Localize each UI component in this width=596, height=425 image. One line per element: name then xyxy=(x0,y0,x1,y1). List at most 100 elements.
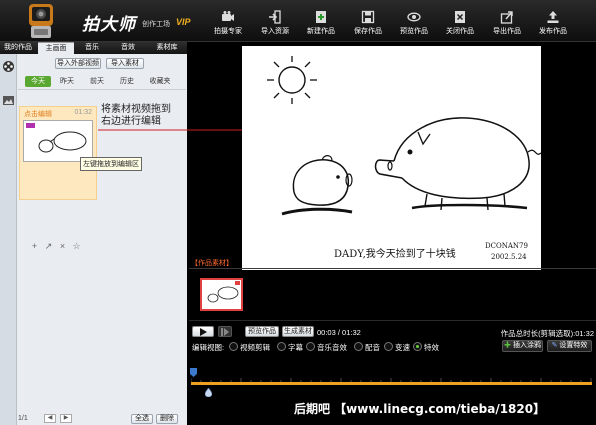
import-external-video-button[interactable]: 导入外部视频 xyxy=(55,58,101,69)
materials-label: 【作品素材】 xyxy=(191,260,233,267)
item-thumbnail[interactable] xyxy=(23,120,93,162)
radio-label[interactable]: 视频剪辑 xyxy=(240,342,270,353)
pig-thumbnail-drawing xyxy=(26,123,87,153)
delete-button[interactable]: 删除 xyxy=(156,414,178,424)
import-resource-button[interactable]: 导入资源 xyxy=(253,2,297,40)
wand-icon: ✎ xyxy=(551,342,558,349)
time-readout: 00:03 / 01:32 xyxy=(317,328,361,337)
upload-icon xyxy=(547,11,559,23)
current-time: 00:03 xyxy=(317,328,336,337)
date-tab-favorites[interactable]: 收藏夹 xyxy=(145,76,175,87)
import-material-button[interactable]: 导入素材 xyxy=(106,58,144,69)
radio-effects[interactable] xyxy=(413,342,422,351)
tab-music[interactable]: 音乐 xyxy=(76,42,108,54)
tab-my-works[interactable]: 我的作品 xyxy=(0,42,36,54)
film-reel-icon[interactable] xyxy=(2,60,15,73)
item-duration: 01:32 xyxy=(74,109,92,116)
set-effects-button[interactable]: ✎ 设置特效 xyxy=(547,340,592,352)
divider xyxy=(189,268,596,269)
edit-view-row: 编辑视图: 视频剪辑 字幕 音乐音效 配音 变速 特效 ✚ 插入涂鸦 ✎ 设置特… xyxy=(189,339,596,353)
watermark-text: 后期吧 【www.linecg.com/tieba/1820】 xyxy=(294,402,546,416)
start-marker-icon[interactable] xyxy=(190,368,197,377)
radio-dubbing[interactable] xyxy=(354,342,363,351)
toolbar-label: 关闭作品 xyxy=(446,28,474,35)
tab-material-library[interactable]: 素材库 xyxy=(148,42,186,54)
insert-doodle-button[interactable]: ✚ 插入涂鸦 xyxy=(502,340,543,352)
import-icon xyxy=(269,10,281,24)
date-tab-history[interactable]: 历史 xyxy=(115,76,139,87)
toolbar-label: 发布作品 xyxy=(539,28,567,35)
date-tab-day-before[interactable]: 前天 xyxy=(85,76,109,87)
radio-subtitle[interactable] xyxy=(277,342,286,351)
select-all-button[interactable]: 全选 xyxy=(131,414,153,424)
edit-view-label: 编辑视图: xyxy=(192,343,225,352)
preview-caption: DADY,我今天捡到了十块钱 xyxy=(334,249,456,260)
shoot-expert-button[interactable]: 拍摄专家 xyxy=(206,2,250,40)
date-tab-yesterday[interactable]: 昨天 xyxy=(55,76,79,87)
share-icon[interactable]: ↗ xyxy=(44,242,53,251)
prev-page-button[interactable]: ◀ xyxy=(44,414,56,423)
divider xyxy=(189,320,596,321)
left-panel: 我的作品 主画面 音乐 音效 素材库 导入外部视频 导入素材 今天 昨天 前天 … xyxy=(0,42,187,425)
next-page-button[interactable]: ▶ xyxy=(60,414,72,423)
timeline[interactable]: 后期吧 【www.linecg.com/tieba/1820】 xyxy=(189,362,596,425)
radio-label[interactable]: 特效 xyxy=(424,342,439,353)
plus-icon: ✚ xyxy=(504,342,512,349)
eye-icon xyxy=(407,12,421,22)
page-indicator: 1/1 xyxy=(18,415,28,422)
preview-work-button[interactable]: 预览作品 xyxy=(392,2,436,40)
toolbar-label: 保存作品 xyxy=(354,28,382,35)
material-clip-thumbnail[interactable] xyxy=(200,278,243,311)
tab-sound-effects[interactable]: 音效 xyxy=(112,42,144,54)
delete-icon[interactable]: × xyxy=(58,242,67,251)
close-work-button[interactable]: 关闭作品 xyxy=(438,2,482,40)
pig-thumbnail-drawing xyxy=(207,281,240,303)
favorite-icon[interactable]: ☆ xyxy=(72,242,81,251)
preview-screen[interactable]: DADY,我今天捡到了十块钱 DCONAN79 2002.5.24 xyxy=(242,46,541,270)
new-work-button[interactable]: 新建作品 xyxy=(299,2,343,40)
close-doc-icon xyxy=(455,11,465,23)
main-tabs: 我的作品 主画面 音乐 音效 素材库 xyxy=(0,42,187,54)
radio-label[interactable]: 音乐音效 xyxy=(317,342,347,353)
item-edit-label[interactable]: 点击编辑 xyxy=(24,109,52,119)
logo-icon xyxy=(29,4,53,38)
date-tab-today[interactable]: 今天 xyxy=(25,76,51,87)
app-title: 拍大师 xyxy=(82,15,136,34)
radio-speed[interactable] xyxy=(384,342,393,351)
camera-icon xyxy=(222,11,234,21)
export-icon xyxy=(500,11,513,24)
radio-music-sfx[interactable] xyxy=(306,342,315,351)
material-item[interactable]: 点击编辑 01:32 + ↗ × ☆ xyxy=(19,106,97,251)
playhead-icon[interactable] xyxy=(205,388,212,397)
toolbar-label: 导出作品 xyxy=(493,28,521,35)
radio-label[interactable]: 字幕 xyxy=(288,342,303,353)
hint-line: 将素材视频拖到 xyxy=(101,104,171,115)
radio-label[interactable]: 配音 xyxy=(365,342,380,353)
top-toolbar: 拍大师 创作工场 VIP 拍摄专家 导入资源 新建作品 保存作品 预览作品 关闭… xyxy=(0,0,596,42)
save-work-button[interactable]: 保存作品 xyxy=(346,2,390,40)
play-icon xyxy=(200,328,207,336)
preview-work-ctl-button[interactable]: 预览作品 xyxy=(245,326,279,337)
add-icon[interactable]: + xyxy=(30,242,39,251)
insert-doodle-label: 插入涂鸦 xyxy=(512,342,541,349)
toolbar-label: 新建作品 xyxy=(307,28,335,35)
playback-controls: 预览作品 生成素材 00:03 / 01:32 作品总时长(剪辑选取):01:3… xyxy=(189,324,596,338)
tab-main-screen[interactable]: 主画面 xyxy=(38,42,74,54)
side-strip xyxy=(0,54,17,425)
app-window: 拍大师 创作工场 VIP 拍摄专家 导入资源 新建作品 保存作品 预览作品 关闭… xyxy=(0,0,596,425)
export-work-button[interactable]: 导出作品 xyxy=(485,2,529,40)
radio-video-clip[interactable] xyxy=(229,342,238,351)
play-button[interactable] xyxy=(192,326,214,337)
timeline-track[interactable] xyxy=(191,382,592,385)
image-icon[interactable] xyxy=(2,94,15,107)
step-button[interactable] xyxy=(218,326,232,337)
step-icon xyxy=(221,328,229,336)
radio-label[interactable]: 变速 xyxy=(395,342,410,353)
toolbar-label: 导入资源 xyxy=(261,28,289,35)
generate-material-button[interactable]: 生成素材 xyxy=(282,326,314,337)
app-subtitle: 创作工场 xyxy=(142,21,170,28)
toolbar-label: 预览作品 xyxy=(400,28,428,35)
save-icon xyxy=(361,10,375,24)
publish-work-button[interactable]: 发布作品 xyxy=(531,2,575,40)
toolbar-label: 拍摄专家 xyxy=(214,28,242,35)
